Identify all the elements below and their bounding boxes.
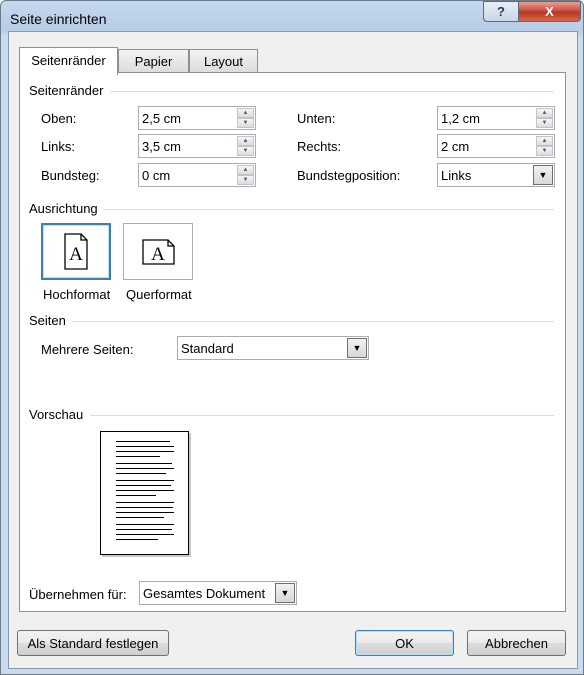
top-margin-label: Oben:	[41, 111, 76, 126]
tab-label: Seitenränder	[31, 53, 106, 68]
apply-to-value: Gesamtes Dokument	[143, 586, 266, 601]
right-margin-spinner[interactable]: 2 cm ▲ ▼	[437, 134, 555, 158]
gutter-position-label: Bundstegposition:	[297, 168, 400, 183]
gutter-spinner[interactable]: 0 cm ▲ ▼	[138, 163, 256, 187]
spin-up-icon[interactable]: ▲	[237, 165, 254, 175]
right-margin-label-text: Rechts:	[297, 139, 342, 154]
gutter-position-label-text: Bundstegposition:	[297, 168, 401, 183]
right-margin-value: 2 cm	[441, 139, 470, 154]
portrait-page-icon: A	[64, 233, 88, 270]
top-margin-label-text: Oben:	[41, 111, 77, 126]
preview-separator	[90, 415, 554, 416]
margins-section-title: Seitenränder	[29, 83, 104, 98]
orientation-section-title: Ausrichtung	[29, 201, 98, 216]
set-as-default-label: Als Standard festlegen	[27, 635, 159, 651]
close-button[interactable]: X	[518, 1, 581, 22]
left-margin-label-text: Links:	[41, 139, 75, 154]
spinner-arrows: ▲ ▼	[536, 136, 553, 156]
chevron-down-icon[interactable]: ▼	[275, 583, 295, 603]
top-margin-value: 2,5 cm	[142, 111, 182, 126]
bottom-margin-label-text: Unten:	[297, 111, 336, 126]
spinner-arrows: ▲ ▼	[237, 108, 254, 128]
portrait-label[interactable]: Hochformat	[43, 287, 110, 302]
spin-down-icon[interactable]: ▼	[237, 146, 254, 156]
gutter-label: Bundsteg:	[41, 168, 100, 183]
margins-separator	[110, 91, 554, 92]
gutter-position-select[interactable]: Links ▼	[437, 163, 555, 187]
window-title: Seite einrichten	[10, 11, 107, 27]
chevron-down-icon[interactable]: ▼	[347, 338, 367, 358]
tab-label: Papier	[134, 54, 173, 69]
multiple-pages-value: Standard	[181, 341, 234, 356]
spin-up-icon[interactable]: ▲	[536, 136, 553, 146]
left-margin-value: 3,5 cm	[142, 139, 182, 154]
pages-section-title: Seiten	[29, 313, 66, 328]
spinner-arrows: ▲ ▼	[237, 136, 254, 156]
pages-separator	[72, 321, 554, 322]
spin-up-icon[interactable]: ▲	[237, 136, 254, 146]
tab-margins[interactable]: Seitenränder	[19, 47, 118, 75]
cancel-label: Abbrechen	[485, 635, 548, 651]
spinner-arrows: ▲ ▼	[237, 165, 254, 185]
left-margin-label: Links:	[41, 139, 75, 154]
ok-button[interactable]: OK	[355, 630, 454, 656]
spin-down-icon[interactable]: ▼	[237, 118, 254, 128]
gutter-position-value: Links	[441, 168, 472, 183]
chevron-down-icon[interactable]: ▼	[533, 165, 553, 185]
left-margin-spinner[interactable]: 3,5 cm ▲ ▼	[138, 134, 256, 158]
help-icon: ?	[497, 4, 505, 19]
cancel-button[interactable]: Abbrechen	[467, 630, 566, 656]
tab-label: Layout	[203, 54, 244, 69]
tab-layout[interactable]: Layout	[189, 49, 258, 73]
spin-down-icon[interactable]: ▼	[536, 118, 553, 128]
portrait-button[interactable]: A	[41, 223, 111, 280]
gutter-label-text: Bundsteg:	[41, 168, 100, 183]
bottom-margin-value: 1,2 cm	[441, 111, 481, 126]
spin-up-icon[interactable]: ▲	[536, 108, 553, 118]
spin-down-icon[interactable]: ▼	[237, 175, 254, 185]
landscape-button[interactable]: A	[123, 223, 193, 280]
gutter-value: 0 cm	[142, 168, 171, 183]
spinner-arrows: ▲ ▼	[536, 108, 553, 128]
close-icon: X	[545, 4, 554, 19]
bottom-margin-label: Unten:	[297, 111, 335, 126]
tab-paper[interactable]: Papier	[118, 49, 189, 73]
apply-to-select[interactable]: Gesamtes Dokument ▼	[139, 581, 297, 605]
bottom-margin-spinner[interactable]: 1,2 cm ▲ ▼	[437, 106, 555, 130]
landscape-label[interactable]: Querformat	[126, 287, 192, 302]
multiple-pages-select[interactable]: Standard ▼	[177, 336, 369, 360]
spin-down-icon[interactable]: ▼	[536, 146, 553, 156]
svg-text:A: A	[151, 244, 165, 265]
top-margin-spinner[interactable]: 2,5 cm ▲ ▼	[138, 106, 256, 130]
set-as-default-button[interactable]: Als Standard festlegen	[17, 630, 169, 656]
apply-to-label: Übernehmen für:	[29, 587, 127, 602]
spin-up-icon[interactable]: ▲	[237, 108, 254, 118]
page-preview	[100, 431, 189, 555]
preview-section-title: Vorschau	[29, 407, 84, 422]
right-margin-label: Rechts:	[297, 139, 341, 154]
ok-label: OK	[395, 635, 414, 651]
multiple-pages-label: Mehrere Seiten:	[41, 342, 134, 357]
landscape-page-icon: A	[142, 239, 175, 265]
help-button[interactable]: ?	[483, 1, 519, 22]
orientation-separator	[103, 209, 554, 210]
svg-text:A: A	[69, 244, 83, 265]
